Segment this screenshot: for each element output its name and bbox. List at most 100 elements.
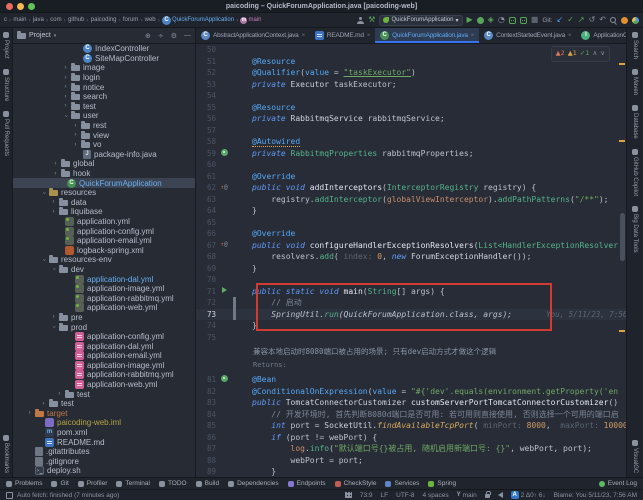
history-button[interactable]: ↺: [589, 16, 596, 24]
tree-item[interactable]: pom.xml: [13, 428, 195, 438]
tree-item[interactable]: application-web.yml: [13, 380, 195, 390]
code-line[interactable]: 66 @Override: [196, 228, 626, 240]
toolwindow-button-services[interactable]: Services: [385, 480, 419, 487]
run-main-icon[interactable]: [221, 287, 227, 294]
prev-problem-icon[interactable]: ∧: [592, 48, 597, 60]
toolwindow-button-dependencies[interactable]: Dependencies: [228, 480, 279, 487]
toolwindow-button-visualgc[interactable]: VisualGC: [632, 439, 638, 473]
toolwindow-button-big-data-tools[interactable]: Big Data Tools: [632, 205, 638, 252]
spring-bean-icon[interactable]: [220, 148, 228, 156]
tree-item[interactable]: › global: [13, 159, 195, 169]
tree-item[interactable]: application-web.yml: [13, 303, 195, 313]
collapse-all-icon[interactable]: ÷: [158, 32, 164, 40]
search-everywhere-icon[interactable]: [610, 16, 617, 24]
tree-item[interactable]: › pre: [13, 312, 195, 323]
build-hammer-icon[interactable]: ⚒: [368, 16, 375, 24]
tree-chevron-icon[interactable]: ›: [73, 142, 78, 148]
event-log-button[interactable]: Event Log: [598, 480, 637, 487]
scrollbar-thumb[interactable]: [620, 213, 625, 261]
code-line[interactable]: 64}: [196, 205, 626, 217]
code-line[interactable]: 71 public static void main(String[] args)…: [196, 286, 626, 298]
tree-chevron-icon[interactable]: ›: [41, 190, 47, 195]
tree-item[interactable]: › prod: [13, 322, 195, 332]
toolwindow-button-structure[interactable]: Structure: [3, 68, 9, 101]
code-line[interactable]: 87 log.info("默认端口号{}被占用, 随机启用新端口号: {}", …: [196, 443, 626, 455]
breadcrumb-item[interactable]: QuickForumApplication: [162, 15, 234, 25]
status-widget[interactable]: UTF-8: [396, 492, 414, 499]
tree-chevron-icon[interactable]: ›: [53, 161, 58, 167]
code-line[interactable]: 56 private RabbitmqService rabbitmqServic…: [196, 113, 626, 125]
toolwindow-button-profiler[interactable]: Profiler: [77, 480, 107, 487]
tree-item[interactable]: SiteMapController: [13, 53, 195, 64]
tree-item[interactable]: › view: [13, 130, 195, 140]
code-line[interactable]: 60: [196, 159, 626, 171]
run-configuration-select[interactable]: QuickForumApplication ▾: [379, 14, 463, 26]
toolwindow-button-problems[interactable]: Problems: [6, 480, 42, 487]
tree-chevron-icon[interactable]: ›: [51, 209, 56, 215]
toolwindow-button-terminal[interactable]: Terminal: [116, 480, 150, 487]
status-widget[interactable]: 73:9: [360, 492, 373, 499]
chevron-down-icon[interactable]: ▾: [54, 33, 57, 39]
tree-chevron-icon[interactable]: ›: [27, 410, 32, 416]
code-line[interactable]: 58 @Autowired: [196, 136, 626, 148]
code-line[interactable]: 62 ↑@ public void addInterceptors(Intercep…: [196, 182, 626, 194]
tree-chevron-icon[interactable]: ›: [41, 257, 47, 262]
code-line[interactable]: 54: [196, 90, 626, 102]
status-widget[interactable]: Ymain: [457, 492, 477, 499]
tree-item[interactable]: › data: [13, 197, 195, 208]
code-line[interactable]: 68 resolvers.add( index: 0, new ForumExc…: [196, 251, 626, 263]
tree-item[interactable]: › rest: [13, 121, 195, 131]
tree-chevron-icon[interactable]: ›: [63, 65, 68, 71]
code-line[interactable]: 85 int port = SocketUtil.findAvailableTc…: [196, 420, 626, 432]
tree-item[interactable]: logback-spring.xml: [13, 245, 195, 255]
spring-bean-icon[interactable]: [220, 375, 228, 383]
code-line[interactable]: 63 registry.addInterceptor(globalViewInt…: [196, 194, 626, 206]
tree-item[interactable]: README.md: [13, 437, 195, 447]
code-line[interactable]: 72 // 启动: [196, 297, 626, 309]
toolwindow-button-spring[interactable]: Spring: [428, 480, 456, 487]
tree-chevron-icon[interactable]: ›: [51, 325, 57, 330]
toolwindow-button-pull-requests[interactable]: Pull Requests: [3, 111, 9, 156]
locate-file-icon[interactable]: ⊕: [145, 32, 151, 40]
close-tab-icon[interactable]: ×: [367, 33, 371, 39]
tree-chevron-icon[interactable]: ›: [73, 123, 78, 129]
editor-tab[interactable]: QuickForumApplication.java×: [375, 28, 480, 43]
coverage-button[interactable]: ◈: [488, 16, 494, 24]
toolwindow-button-build[interactable]: Build: [195, 480, 219, 487]
user-icon[interactable]: [357, 16, 365, 24]
breadcrumb-item[interactable]: paicoding: [91, 17, 117, 23]
tree-item[interactable]: .gitignore: [13, 456, 195, 467]
toolwindow-button-todo[interactable]: TODO: [158, 480, 187, 487]
status-widget[interactable]: LF: [381, 492, 389, 499]
update-project-button[interactable]: ↙: [556, 16, 563, 24]
tree-item[interactable]: QuickForumApplication: [13, 178, 195, 188]
tree-item[interactable]: › dev: [13, 264, 195, 275]
code-line[interactable]: 81 @Bean: [196, 374, 626, 386]
toolwindow-button-git[interactable]: Git: [51, 480, 69, 487]
tree-chevron-icon[interactable]: ›: [63, 103, 68, 109]
run-button[interactable]: ▶: [467, 16, 473, 24]
tree-item[interactable]: application-image.yml: [13, 360, 195, 371]
status-widget[interactable]: [344, 492, 352, 498]
tree-item[interactable]: deploy.sh: [13, 466, 195, 476]
code-line[interactable]: 59 private RabbitmqProperties rabbitmqPro…: [196, 148, 626, 160]
tree-item[interactable]: › liquibase: [13, 207, 195, 217]
tree-item[interactable]: application-config.yml: [13, 332, 195, 342]
code-editor[interactable]: 50 51 @Resource 52 @Qualifier(value = "taskE…: [196, 44, 626, 477]
toolwindow-button-project[interactable]: Project: [3, 32, 9, 59]
tree-item[interactable]: paicoding-web.iml: [13, 418, 195, 428]
plugin-icon[interactable]: [632, 16, 639, 24]
status-widget[interactable]: [484, 491, 491, 498]
overrides-method-icon[interactable]: ↑@: [220, 241, 227, 248]
tree-item[interactable]: › search: [13, 92, 195, 102]
tree-item[interactable]: application.yml: [13, 216, 195, 227]
tree-item[interactable]: › test: [13, 399, 195, 409]
tree-chevron-icon[interactable]: ›: [41, 401, 46, 407]
close-tab-icon[interactable]: ×: [302, 33, 306, 39]
breadcrumb-item[interactable]: main: [240, 16, 261, 24]
breadcrumb-item[interactable]: github: [68, 17, 84, 23]
tree-chevron-icon[interactable]: ›: [57, 391, 62, 397]
code-line[interactable]: 86 if (port != webPort) {: [196, 432, 626, 444]
tree-chevron-icon[interactable]: ›: [51, 199, 56, 205]
code-line[interactable]: 67 ↑@ public void configureHandlerExceptio…: [196, 240, 626, 252]
